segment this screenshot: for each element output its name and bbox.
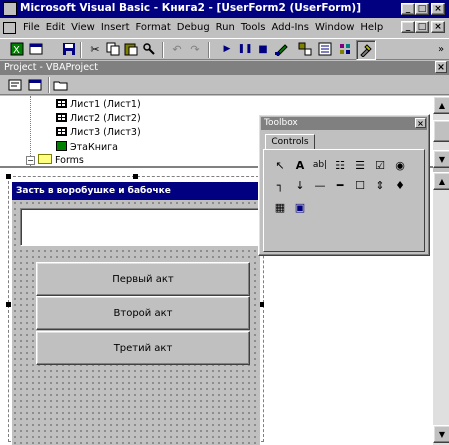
menu-bar: File Edit View Insert Format Debug Run Tools Add…	[0, 19, 449, 37]
excel-icon[interactable]: X	[8, 40, 26, 58]
vba-app-icon	[3, 2, 17, 16]
undo-icon[interactable]: ↶	[168, 40, 186, 58]
toolbox-tab-controls[interactable]: Controls	[265, 134, 315, 150]
project-scrollbar[interactable]: ▲ ▼	[433, 96, 449, 168]
userform[interactable]: Засть в воробушке и бабочке Первый акт В…	[12, 182, 262, 445]
menu-tools[interactable]: Tools	[238, 20, 269, 36]
project-panel-toolbar	[0, 75, 449, 95]
project-panel-titlebar: Project - VBAProject ×	[0, 61, 449, 75]
workbook-icon	[56, 141, 67, 151]
object-browser-icon[interactable]	[336, 40, 354, 58]
toolbox-window: Toolbox × Controls ↖ A ab| ☷ ☰ ☑ ◉ ┐ ↓ —…	[258, 114, 430, 256]
scroll-thumb[interactable]	[433, 120, 449, 142]
userform-titlebar: Засть в воробушке и бабочке	[12, 182, 260, 200]
minimize-button[interactable]: _	[401, 3, 415, 15]
optionbutton-tool-icon[interactable]: ◉	[391, 156, 409, 174]
view-object-icon[interactable]	[26, 76, 44, 94]
app-title: Microsoft Visual Basic - Книга2 - [UserF…	[20, 2, 362, 14]
scroll-up-icon[interactable]: ▲	[433, 96, 449, 114]
toolbox-titlebar: Toolbox ×	[261, 117, 427, 130]
menu-file[interactable]: File	[20, 20, 43, 36]
toolbox-title: Toolbox	[264, 118, 298, 128]
mdi-close-button[interactable]: ×	[431, 21, 445, 33]
reset-icon[interactable]: ■	[254, 40, 272, 58]
svg-text:X: X	[13, 45, 20, 56]
tabstrip-tool-icon[interactable]: ━	[331, 176, 349, 194]
userform-textbox[interactable]	[20, 208, 262, 246]
userform-caption: Засть в воробушке и бабочке	[16, 186, 171, 196]
design-mode-icon[interactable]	[272, 40, 290, 58]
sheet-icon	[56, 113, 67, 122]
properties-icon[interactable]	[316, 40, 334, 58]
scrollbar-tool-icon[interactable]: ⇕	[371, 176, 389, 194]
image-tool-icon[interactable]: ▦	[271, 198, 289, 216]
find-icon[interactable]	[140, 40, 158, 58]
save-icon[interactable]	[60, 40, 78, 58]
tree-item-sheet1[interactable]: Лист1 (Лист1)	[56, 99, 141, 111]
toolbox-close-button[interactable]: ×	[415, 118, 426, 128]
project-panel-title: Project - VBAProject	[4, 62, 98, 73]
third-act-button[interactable]: Третий акт	[36, 331, 250, 365]
designer-scroll-down-icon[interactable]: ▼	[433, 425, 449, 443]
combobox-tool-icon[interactable]: ☷	[331, 156, 349, 174]
menu-debug[interactable]: Debug	[174, 20, 213, 36]
menu-insert[interactable]: Insert	[98, 20, 133, 36]
toolbox-toggle-icon[interactable]	[356, 40, 376, 60]
multipage-tool-icon[interactable]: ☐	[351, 176, 369, 194]
togglebutton-tool-icon[interactable]: ┐	[271, 176, 289, 194]
project-panel-close-button[interactable]: ×	[435, 61, 447, 73]
first-act-button[interactable]: Первый акт	[36, 262, 250, 296]
designer-scrollbar[interactable]: ▲ ▼	[433, 172, 449, 445]
tree-item-sheet2[interactable]: Лист2 (Лист2)	[56, 113, 141, 125]
paste-icon[interactable]	[122, 40, 140, 58]
textbox-tool-icon[interactable]: ab|	[311, 156, 329, 174]
sheet-icon	[56, 127, 67, 136]
spinbutton-tool-icon[interactable]: ♦	[391, 176, 409, 194]
pointer-tool-icon[interactable]: ↖	[271, 156, 289, 174]
menu-help[interactable]: Help	[357, 20, 386, 36]
insert-userform-icon[interactable]	[28, 40, 46, 58]
menu-add-ins[interactable]: Add-Ins	[269, 20, 312, 36]
frame-tool-icon[interactable]: ↓	[291, 176, 309, 194]
menu-format[interactable]: Format	[133, 20, 174, 36]
sheet-icon	[56, 99, 67, 108]
resize-handle[interactable]	[133, 174, 138, 179]
run-icon[interactable]: ▶	[218, 40, 236, 58]
mdi-minimize-button[interactable]: _	[401, 21, 415, 33]
resize-handle[interactable]	[6, 174, 11, 179]
resize-handle[interactable]	[6, 302, 11, 307]
checkbox-tool-icon[interactable]: ☑	[371, 156, 389, 174]
folder-icon	[38, 154, 52, 164]
tree-item-sheet3[interactable]: Лист3 (Лист3)	[56, 127, 141, 139]
form-icon	[3, 22, 16, 34]
maximize-button[interactable]: □	[415, 3, 429, 15]
project-explorer-icon[interactable]	[296, 40, 314, 58]
app-title-bar: Microsoft Visual Basic - Книга2 - [UserF…	[0, 0, 449, 18]
menu-window[interactable]: Window	[312, 20, 357, 36]
close-button[interactable]: ×	[431, 3, 445, 15]
tree-item-thisworkbook[interactable]: ЭтаКнига	[56, 141, 118, 154]
cut-icon[interactable]: ✂	[86, 40, 104, 58]
copy-icon[interactable]	[104, 40, 122, 58]
toggle-folders-icon[interactable]	[52, 76, 70, 94]
menu-edit[interactable]: Edit	[43, 20, 68, 36]
view-code-icon[interactable]	[6, 76, 24, 94]
refedit-tool-icon[interactable]: ▣	[291, 198, 309, 216]
second-act-button[interactable]: Второй акт	[36, 296, 250, 330]
redo-icon[interactable]: ↷	[186, 40, 204, 58]
more-buttons-icon[interactable]: »	[432, 40, 449, 58]
listbox-tool-icon[interactable]: ☰	[351, 156, 369, 174]
menu-run[interactable]: Run	[213, 20, 238, 36]
standard-toolbar: X ✂ ↶ ↷ ▶ ❚❚ ■ »	[0, 38, 449, 60]
menu-view[interactable]: View	[68, 20, 98, 36]
expand-toggle[interactable]: −	[26, 156, 35, 165]
commandbutton-tool-icon[interactable]: —	[311, 176, 329, 194]
scroll-down-icon[interactable]: ▼	[433, 150, 449, 168]
break-icon[interactable]: ❚❚	[236, 40, 254, 58]
mdi-restore-button[interactable]: □	[415, 21, 429, 33]
label-tool-icon[interactable]: A	[291, 156, 309, 174]
designer-scroll-up-icon[interactable]: ▲	[433, 172, 449, 190]
